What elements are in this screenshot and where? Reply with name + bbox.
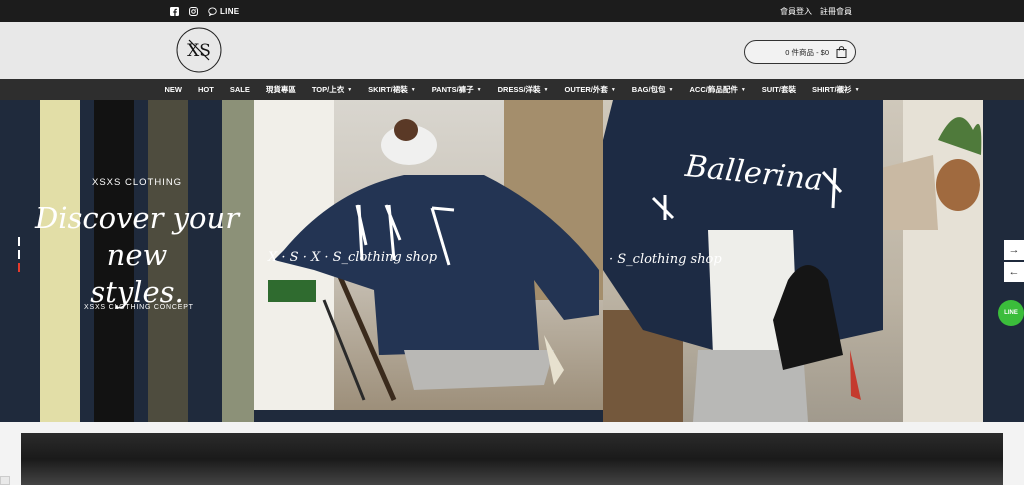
line-float-label: LINE	[1004, 310, 1018, 316]
nav-item[interactable]: SALE	[222, 85, 258, 94]
slider-dot-active[interactable]	[18, 263, 20, 272]
shopping-bag-icon	[836, 46, 847, 58]
chevron-down-icon: ▼	[476, 86, 482, 93]
nav-item-label: 現貨專區	[265, 85, 296, 94]
nav-item[interactable]: OUTER/外套 ▼	[557, 84, 624, 95]
nav-item[interactable]: SHIRT/襯衫 ▼	[804, 84, 868, 95]
line-label: LINE	[220, 6, 240, 16]
nav-item-label: HOT	[197, 85, 214, 94]
nav-item[interactable]: ACC/飾品配件 ▼	[682, 84, 754, 95]
nav-item[interactable]: 現貨專區	[258, 84, 304, 95]
browser-status-bar	[0, 476, 10, 485]
nav-item[interactable]: DRESS/洋裝 ▼	[490, 84, 557, 95]
nav-item-label: SUIT/套裝	[761, 85, 796, 94]
nav-item[interactable]: SKIRT/裙裝 ▼	[360, 84, 424, 95]
nav-item[interactable]: NEW	[156, 85, 190, 94]
hero-headline: Discover your new styles.	[12, 200, 262, 311]
chevron-down-icon: ▼	[410, 86, 416, 93]
product-photo-back: X · S · X · S_clothing shop	[254, 100, 603, 410]
chevron-down-icon: ▼	[740, 86, 746, 93]
arrow-right-icon: →	[1008, 244, 1020, 256]
nav-item-label: BAG/包包	[631, 85, 666, 94]
hero-slider[interactable]: XSXS CLOTHING Discover your new styles. …	[0, 100, 1024, 422]
chevron-down-icon: ▼	[543, 86, 549, 93]
promo-banner	[21, 433, 1003, 485]
nav-item[interactable]: BAG/包包 ▼	[624, 84, 682, 95]
login-link[interactable]: 會員登入	[780, 6, 812, 17]
nav-item[interactable]: SUIT/套裝	[754, 84, 804, 95]
nav-item-label: SALE	[229, 85, 250, 94]
chat-bubble-icon	[208, 6, 217, 16]
nav-item-label: NEW	[164, 85, 182, 94]
account-links: 會員登入 註冊會員	[780, 0, 852, 22]
line-chat-button[interactable]: LINE	[998, 300, 1024, 326]
nav-item-label: ACC/飾品配件	[689, 85, 738, 94]
slider-dot[interactable]	[18, 250, 20, 259]
main-nav: NEW HOT SALE 現貨專區 TOP/上衣 ▼ SKIRT/裙裝 ▼ PANTS/褲子 ▼ D…	[0, 79, 1024, 100]
chevron-down-icon: ▼	[854, 86, 860, 93]
nav-item-label: DRESS/洋裝	[497, 85, 541, 94]
nav-item[interactable]: HOT	[190, 85, 222, 94]
slider-next-button[interactable]: →	[1004, 240, 1024, 260]
slider-prev-button[interactable]: ←	[1004, 262, 1024, 282]
hero-brand: XSXS CLOTHING	[92, 177, 183, 188]
top-bar: LINE 會員登入 註冊會員	[0, 0, 1024, 22]
nav-item-label: PANTS/褲子	[431, 85, 474, 94]
hero-headline-line1: Discover your new	[34, 201, 240, 272]
cart-summary: 0 件商品 - $0	[785, 47, 829, 57]
nav-item-label: TOP/上衣	[311, 85, 345, 94]
line-link[interactable]: LINE	[208, 7, 239, 16]
instagram-icon[interactable]	[189, 6, 198, 16]
watermark: X · S · X · S_clothing shop	[268, 250, 438, 265]
social-links: LINE	[170, 0, 239, 22]
arrow-left-icon: ←	[1008, 266, 1020, 278]
cart-button[interactable]: 0 件商品 - $0	[744, 40, 856, 64]
slider-dot[interactable]	[18, 237, 20, 246]
nav-item-label: SKIRT/裙裝	[368, 85, 408, 94]
nav-item-label: SHIRT/襯衫	[811, 85, 852, 94]
brand-logo[interactable]: XS	[175, 26, 223, 74]
site-header: XS 0 件商品 - $0	[0, 22, 1024, 79]
nav-item-label: OUTER/外套	[564, 85, 608, 94]
slider-dots	[18, 237, 21, 276]
chevron-down-icon: ▼	[610, 86, 616, 93]
facebook-icon[interactable]	[170, 6, 179, 16]
nav-item[interactable]: PANTS/褲子 ▼	[424, 84, 490, 95]
register-link[interactable]: 註冊會員	[820, 6, 852, 17]
chevron-down-icon: ▼	[668, 86, 674, 93]
hero-concept: XSXS CLOTHING CONCEPT	[84, 304, 194, 311]
nav-item[interactable]: TOP/上衣 ▼	[304, 84, 360, 95]
watermark: · S_clothing shop	[609, 252, 722, 267]
chevron-down-icon: ▼	[347, 86, 353, 93]
product-photo-front: Ballerina · S_clothing shop	[603, 100, 983, 422]
